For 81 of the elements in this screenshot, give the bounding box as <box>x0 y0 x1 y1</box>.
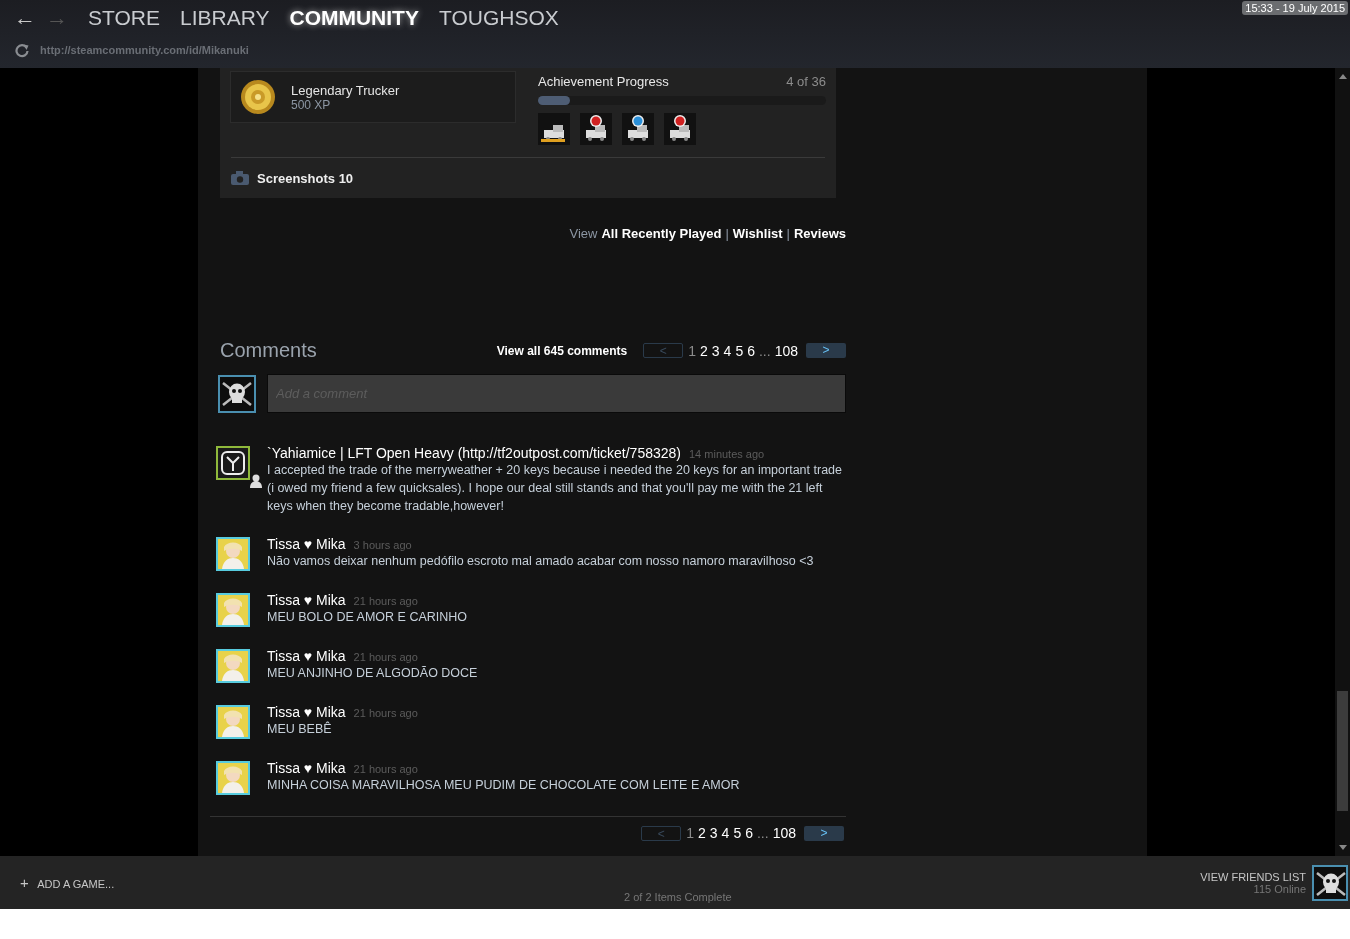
nav-tab[interactable]: COMMUNITY <box>289 6 419 30</box>
truck-icon[interactable] <box>622 113 654 145</box>
page-link[interactable]: 1 <box>688 342 696 359</box>
separator-text: | <box>786 226 790 241</box>
comment-time: 3 hours ago <box>353 539 412 551</box>
skull-icon <box>1314 866 1346 899</box>
page-link[interactable]: 6 <box>745 825 753 841</box>
page-link[interactable]: 108 <box>774 342 798 359</box>
truck-icon[interactable] <box>580 113 612 145</box>
comment-author[interactable]: Tissa ♥ Mika <box>267 592 346 608</box>
comment-time: 21 hours ago <box>353 707 418 719</box>
avatar-picture-icon <box>218 651 248 681</box>
comment-time: 14 minutes ago <box>689 448 765 460</box>
page-link[interactable]: 2 <box>700 342 708 359</box>
progress-count: 4 of 36 <box>786 74 826 89</box>
page-link[interactable]: 5 <box>735 342 744 359</box>
screenshots-link[interactable]: Screenshots 10 <box>257 170 354 186</box>
comment-time: 21 hours ago <box>353 595 418 607</box>
profile-link[interactable]: Reviews <box>793 226 846 241</box>
next-page-button[interactable]: > <box>806 343 846 358</box>
page-link[interactable]: 4 <box>721 825 730 841</box>
page-link[interactable]: 2 <box>698 825 706 841</box>
truck-icon[interactable] <box>664 113 696 145</box>
page-link[interactable]: 3 <box>709 825 718 841</box>
avatar-picture-icon <box>218 539 248 569</box>
truck-icon[interactable] <box>538 113 570 145</box>
view-all-comments-link[interactable]: View all 645 comments <box>496 343 628 358</box>
refresh-icon[interactable] <box>14 42 30 58</box>
profile-link[interactable]: Wishlist <box>732 226 783 241</box>
comment-author[interactable]: Tissa ♥ Mika <box>267 536 346 552</box>
comment-author[interactable]: Tissa ♥ Mika <box>267 648 346 664</box>
avatar-picture-icon <box>218 707 248 737</box>
comment-author[interactable]: Tissa ♥ Mika <box>267 760 346 776</box>
achievement-name: Legendary Trucker <box>291 82 400 98</box>
page-link[interactable]: 6 <box>747 342 755 359</box>
view-friends-list-link[interactable]: VIEW FRIENDS LIST <box>1200 870 1306 883</box>
comment-text: MEU BOLO DE AMOR E CARINHO <box>267 609 469 626</box>
avatar-picture-icon <box>218 595 248 625</box>
avatar[interactable] <box>216 446 250 480</box>
comment-text: MEU ANJINHO DE ALGODÃO DOCE <box>267 665 479 682</box>
back-button[interactable]: ← <box>12 5 38 31</box>
comment-text: MEU BEBÊ <box>267 720 333 738</box>
avatar-picture-icon <box>218 448 248 478</box>
comment-text: Não vamos deixar nenhum pedófilo escroto mal amado acabar com nosso namoro maravilhoso <3 <box>267 553 815 570</box>
comment-time: 21 hours ago <box>353 763 418 775</box>
online-count: 115 Online <box>1252 882 1306 895</box>
nav-tab[interactable]: STORE <box>88 6 160 30</box>
profile-link[interactable]: All Recently Played <box>601 226 722 241</box>
ellipsis-text: ... <box>756 825 769 841</box>
clock: 15:33 - 19 July 2015 <box>1242 1 1348 15</box>
nav-tab[interactable]: LIBRARY <box>179 6 270 30</box>
progress-title: Achievement Progress <box>538 74 669 89</box>
scroll-down-arrow-icon[interactable] <box>1338 845 1347 850</box>
scroll-up-arrow-icon[interactable] <box>1338 74 1347 79</box>
page-link[interactable]: 108 <box>772 825 796 841</box>
medal-icon <box>239 78 277 116</box>
view-label: View <box>569 226 598 241</box>
skull-icon <box>220 376 254 411</box>
avatar[interactable] <box>1312 864 1348 901</box>
scrollbar-thumb[interactable] <box>1337 691 1348 811</box>
separator-text: | <box>725 226 729 241</box>
download-status: 2 of 2 Items Complete <box>624 890 733 903</box>
scrollbar[interactable] <box>1335 68 1350 856</box>
comment-text: MINHA COISA MARAVILHOSA MEU PUDIM DE CHOCOLATE COM LEITE E AMOR <box>267 777 741 794</box>
page-link[interactable]: 3 <box>711 342 720 359</box>
page-link[interactable]: 1 <box>686 825 694 841</box>
achievement-xp: 500 XP <box>291 97 331 112</box>
comment-author[interactable]: `Yahiamice | LFT Open Heavy (http://tf2outpost.com/ticket/758328) <box>267 445 681 461</box>
camera-icon <box>231 171 249 185</box>
comments-heading: Comments <box>220 339 317 362</box>
avatar-picture-icon <box>218 763 248 793</box>
add-game-button[interactable]: + ADD A GAME... <box>20 874 624 891</box>
page-link[interactable]: 4 <box>723 342 732 359</box>
page-link[interactable]: 5 <box>733 825 742 841</box>
next-page-button[interactable]: > <box>804 825 844 841</box>
comment-time: 21 hours ago <box>353 651 418 663</box>
comment-author[interactable]: Tissa ♥ Mika <box>267 704 346 720</box>
avatar[interactable] <box>218 374 256 413</box>
comment-text: I accepted the trade of the merryweather + 20 keys because i needed the 20 keys for an important trade (i owed my friend a few quicksales). I hope our deal still stands and that you'll pay me with the 21 left keys when they become tradable,however! <box>267 462 842 515</box>
nav-tab[interactable]: TOUGHSOX <box>438 6 559 30</box>
ellipsis-text: ... <box>758 342 771 359</box>
